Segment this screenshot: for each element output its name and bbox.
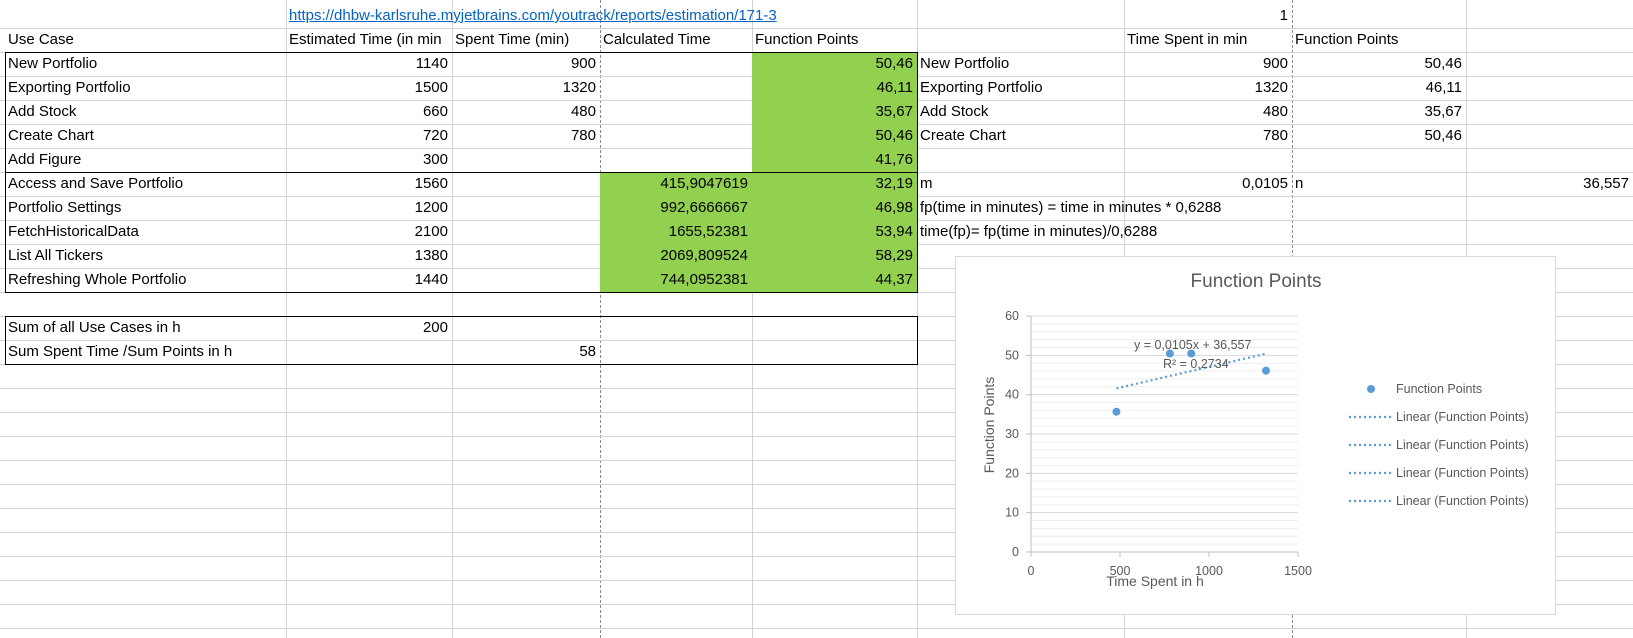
- y-tick-label: 60: [1005, 309, 1019, 323]
- sum-label-cell[interactable]: Sum of all Use Cases in h: [5, 316, 286, 340]
- right-label-cell[interactable]: Create Chart: [917, 124, 1124, 148]
- n-value-cell[interactable]: 36,557: [1466, 172, 1633, 196]
- estimated-cell[interactable]: 1140: [286, 52, 452, 76]
- y-tick-label: 20: [1005, 466, 1019, 480]
- estimated-cell[interactable]: 2100: [286, 220, 452, 244]
- spent-cell[interactable]: 480: [452, 100, 600, 124]
- right-time-cell[interactable]: 1320: [1124, 76, 1292, 100]
- fp-cell[interactable]: 41,76: [752, 148, 917, 172]
- header-right-fp[interactable]: Function Points: [1292, 28, 1466, 52]
- right-time-cell[interactable]: 780: [1124, 124, 1292, 148]
- function-points-chart[interactable]: Function Points 0 10 20 30 40 50 60 0 500 1000 15…: [955, 256, 1556, 615]
- header-right-time[interactable]: Time Spent in min: [1124, 28, 1292, 52]
- ratio-value-cell[interactable]: 58: [452, 340, 600, 364]
- use-case-cell[interactable]: Exporting Portfolio: [5, 76, 286, 100]
- y-tick-label: 0: [1012, 545, 1019, 559]
- use-case-cell[interactable]: Portfolio Settings: [5, 196, 286, 220]
- calculated-cell[interactable]: 744,0952381: [600, 268, 752, 292]
- use-case-cell[interactable]: Add Stock: [5, 100, 286, 124]
- header-spent-time[interactable]: Spent Time (min): [452, 28, 600, 52]
- legend-marker: [1367, 385, 1375, 393]
- data-point: [1112, 407, 1121, 416]
- right-fp-cell[interactable]: 46,11: [1292, 76, 1466, 100]
- n-label-cell[interactable]: n: [1292, 172, 1466, 196]
- calculated-cell[interactable]: 1655,52381: [600, 220, 752, 244]
- use-case-cell[interactable]: Refreshing Whole Portfolio: [5, 268, 286, 292]
- header-calculated-time[interactable]: Calculated Time: [600, 28, 752, 52]
- fp-cell[interactable]: 46,11: [752, 76, 917, 100]
- legend-label: Function Points: [1396, 382, 1482, 396]
- use-case-cell[interactable]: New Portfolio: [5, 52, 286, 76]
- use-case-cell[interactable]: Add Figure: [5, 148, 286, 172]
- right-time-cell[interactable]: 900: [1124, 52, 1292, 76]
- right-label-cell[interactable]: New Portfolio: [917, 52, 1124, 76]
- fp-cell[interactable]: 35,67: [752, 100, 917, 124]
- estimated-cell[interactable]: 660: [286, 100, 452, 124]
- spent-cell[interactable]: 780: [452, 124, 600, 148]
- fp-cell[interactable]: 44,37: [752, 268, 917, 292]
- m-value-cell[interactable]: 0,0105: [1124, 172, 1292, 196]
- y-tick-label: 50: [1005, 348, 1019, 362]
- estimation-report-link[interactable]: https://dhbw-karlsruhe.myjetbrains.com/y…: [286, 4, 926, 28]
- estimated-cell[interactable]: 1200: [286, 196, 452, 220]
- estimated-cell[interactable]: 1440: [286, 268, 452, 292]
- estimated-cell[interactable]: 720: [286, 124, 452, 148]
- header-use-case[interactable]: Use Case: [5, 28, 286, 52]
- legend-label: Linear (Function Points): [1396, 466, 1529, 480]
- right-fp-cell[interactable]: 50,46: [1292, 52, 1466, 76]
- fp-cell[interactable]: 53,94: [752, 220, 917, 244]
- y-tick-label: 10: [1005, 506, 1019, 520]
- y-axis-title: Function Points: [981, 377, 997, 474]
- calculated-cell[interactable]: 2069,809524: [600, 244, 752, 268]
- right-label-cell[interactable]: Add Stock: [917, 100, 1124, 124]
- spent-cell[interactable]: 900: [452, 52, 600, 76]
- sum-value-cell[interactable]: 200: [286, 316, 452, 340]
- formula-fp-cell[interactable]: fp(time in minutes) = time in minutes * …: [917, 196, 1417, 220]
- right-time-cell[interactable]: 480: [1124, 100, 1292, 124]
- estimated-cell[interactable]: 1380: [286, 244, 452, 268]
- calculated-cell[interactable]: 992,6666667: [600, 196, 752, 220]
- y-tick-labels: 0 10 20 30 40 50 60: [1005, 309, 1031, 559]
- data-point: [1261, 366, 1270, 375]
- m-label-cell[interactable]: m: [917, 172, 1124, 196]
- estimated-cell[interactable]: 1560: [286, 172, 452, 196]
- ratio-label-cell[interactable]: Sum Spent Time /Sum Points in h: [5, 340, 286, 364]
- legend-label: Linear (Function Points): [1396, 494, 1529, 508]
- legend-label: Linear (Function Points): [1396, 438, 1529, 452]
- legend-label: Linear (Function Points): [1396, 410, 1529, 424]
- fp-cell[interactable]: 50,46: [752, 124, 917, 148]
- y-tick-label: 30: [1005, 427, 1019, 441]
- chart-legend[interactable]: Function Points Linear (Function Points) L…: [1349, 382, 1529, 508]
- use-case-cell[interactable]: FetchHistoricalData: [5, 220, 286, 244]
- y-tick-label: 40: [1005, 388, 1019, 402]
- x-axis-title: Time Spent in h: [1106, 573, 1204, 589]
- use-case-cell[interactable]: Create Chart: [5, 124, 286, 148]
- trend-r2: R² = 0,2734: [1163, 357, 1229, 371]
- chart-svg: Function Points 0102030405060 0 500 1000 15…: [981, 271, 1529, 589]
- right-label-cell[interactable]: Exporting Portfolio: [917, 76, 1124, 100]
- estimated-cell[interactable]: 1500: [286, 76, 452, 100]
- fp-cell[interactable]: 32,19: [752, 172, 917, 196]
- fp-cell[interactable]: 46,98: [752, 196, 917, 220]
- formula-time-cell[interactable]: time(fp)= fp(time in minutes)/0,6288: [917, 220, 1417, 244]
- estimated-cell[interactable]: 300: [286, 148, 452, 172]
- header-estimated-time[interactable]: Estimated Time (in min: [286, 28, 452, 52]
- header-function-points[interactable]: Function Points: [752, 28, 917, 52]
- right-fp-cell[interactable]: 35,67: [1292, 100, 1466, 124]
- fp-cell[interactable]: 50,46: [752, 52, 917, 76]
- x-tick-label: 1500: [1284, 564, 1312, 578]
- x-tick-label: 0: [1028, 564, 1035, 578]
- spent-cell[interactable]: 1320: [452, 76, 600, 100]
- trend-equation: y = 0,0105x + 36,557: [1134, 338, 1252, 352]
- use-case-cell[interactable]: Access and Save Portfolio: [5, 172, 286, 196]
- right-fp-cell[interactable]: 50,46: [1292, 124, 1466, 148]
- chart-title: Function Points: [1191, 271, 1322, 292]
- top-value-cell[interactable]: 1: [1124, 4, 1292, 28]
- use-case-cell[interactable]: List All Tickers: [5, 244, 286, 268]
- fp-cell[interactable]: 58,29: [752, 244, 917, 268]
- calculated-cell[interactable]: 415,9047619: [600, 172, 752, 196]
